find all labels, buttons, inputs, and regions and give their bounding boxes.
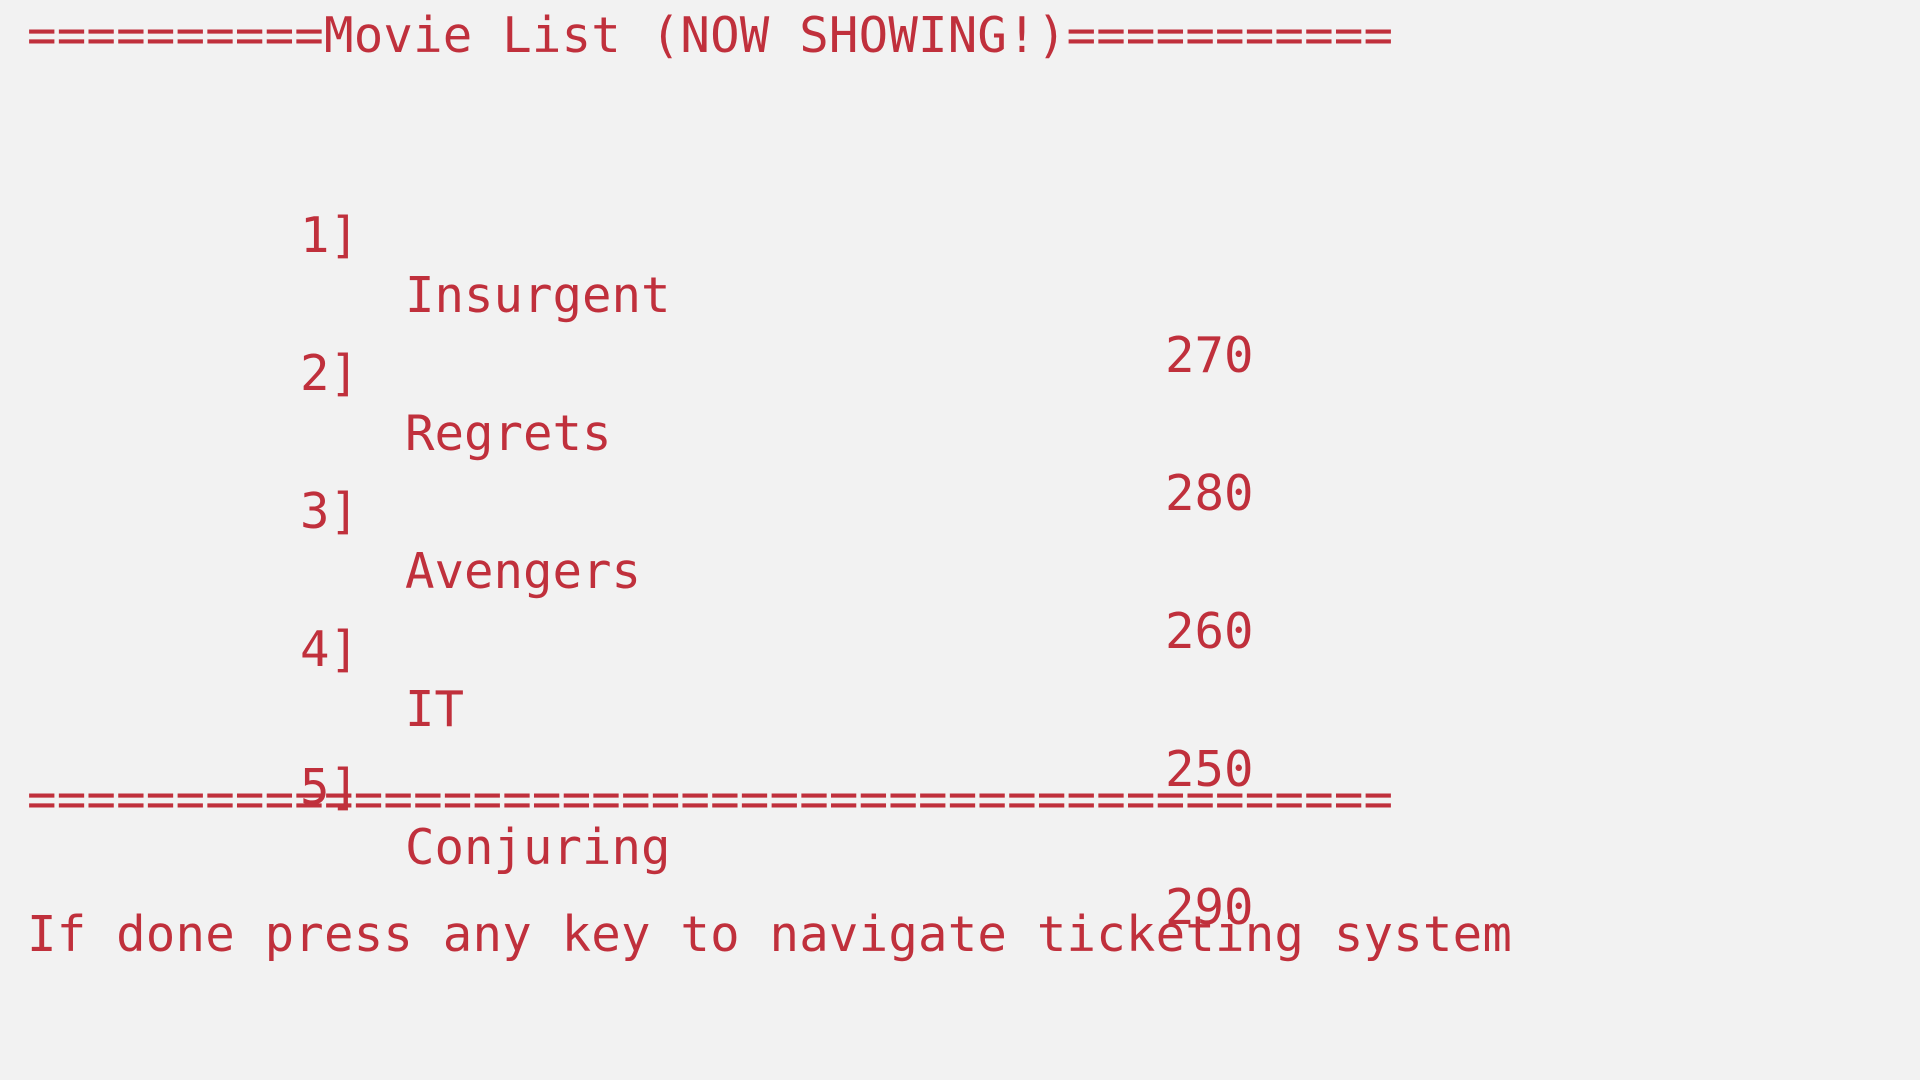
- movie-number: 4]: [300, 621, 360, 678]
- movie-row: 3] Avengers 260: [0, 422, 1254, 660]
- console-window: ==========Movie List (NOW SHOWING!)=====…: [0, 0, 1920, 1080]
- navigation-prompt: If done press any key to navigate ticket…: [27, 906, 1513, 963]
- movie-price: 280: [1165, 465, 1254, 522]
- movie-row: 2] Regrets 280: [0, 284, 1254, 522]
- movie-row: 1] Insurgent 270: [0, 146, 1254, 384]
- movie-list-footer-rule: ========================================…: [27, 771, 1394, 828]
- movie-title: Regrets: [405, 405, 612, 462]
- movie-price: 260: [1165, 603, 1254, 660]
- movie-row: 5] Conjuring 290: [0, 698, 1254, 936]
- movie-title: Avengers: [405, 543, 642, 600]
- movie-list-header: ==========Movie List (NOW SHOWING!)=====…: [27, 7, 1394, 64]
- movie-row: 4] IT 250: [0, 560, 1254, 798]
- movie-price: 270: [1165, 327, 1254, 384]
- movie-number: 2]: [300, 345, 360, 402]
- movie-title: Insurgent: [405, 267, 671, 324]
- movie-title: IT: [405, 681, 465, 738]
- movie-number: 3]: [300, 483, 360, 540]
- movie-number: 1]: [300, 207, 360, 264]
